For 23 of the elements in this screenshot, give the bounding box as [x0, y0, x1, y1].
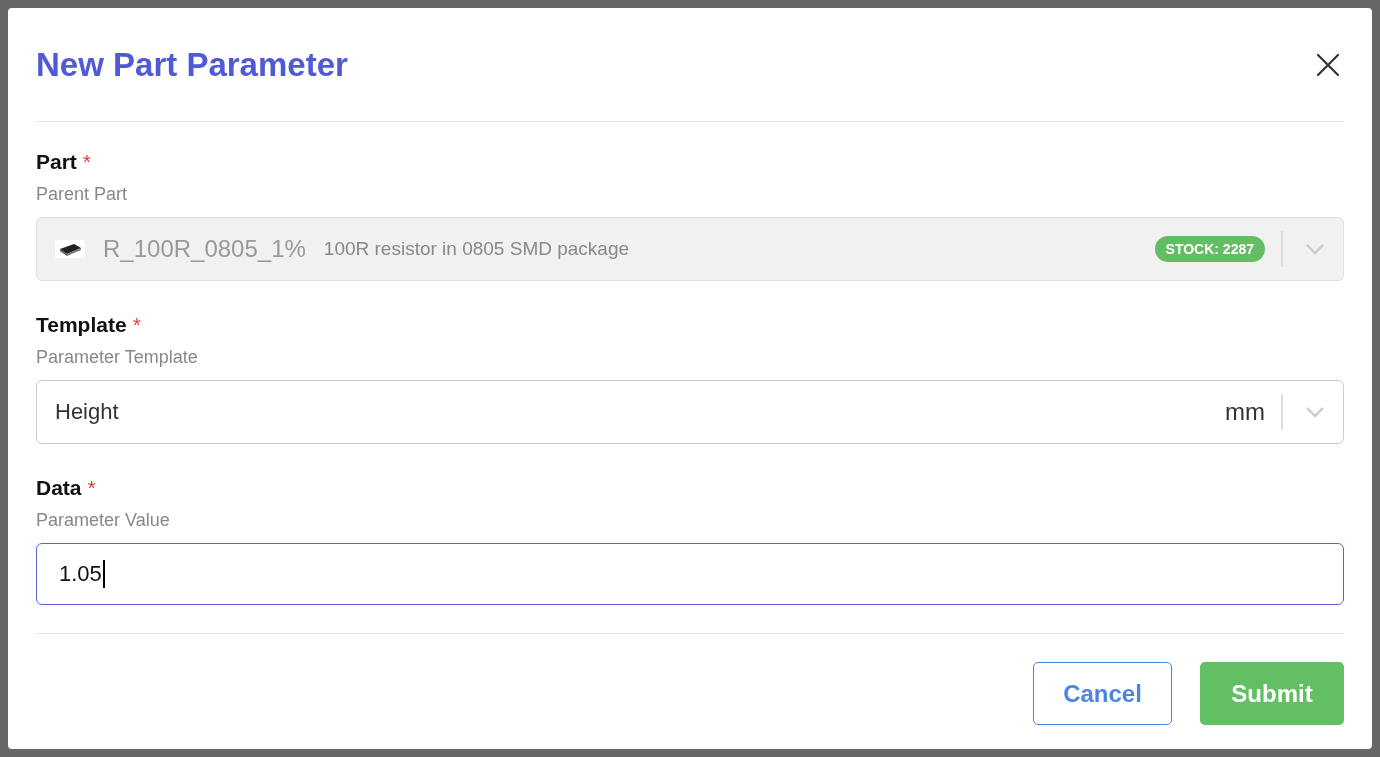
field-label: Part	[36, 150, 77, 174]
chevron-down-icon[interactable]	[1305, 406, 1325, 418]
required-asterisk: *	[132, 313, 141, 337]
dialog-title: New Part Parameter	[36, 45, 348, 84]
text-input-field[interactable]: 1.05	[36, 543, 1344, 605]
submit-button[interactable]: Submit	[1200, 662, 1344, 725]
stock-badge: STOCK: 2287	[1154, 236, 1265, 262]
required-asterisk: *	[87, 476, 96, 500]
text-cursor	[102, 560, 105, 588]
field-description: Parameter Template	[36, 347, 198, 368]
field-label: Template	[36, 313, 127, 337]
cancel-button[interactable]: Cancel	[1033, 662, 1172, 725]
close-button[interactable]	[1316, 52, 1340, 77]
field-description: Parameter Value	[36, 510, 170, 531]
selected-value: R_100R_0805_1%	[103, 235, 306, 263]
field-description: Parent Part	[36, 184, 128, 205]
required-asterisk: *	[82, 150, 92, 174]
resistor-chip-icon	[55, 240, 85, 258]
part-description: 100R resistor in 0805 SMD package	[323, 238, 630, 260]
selected-value: Height	[55, 399, 119, 425]
unit-label: mm	[1225, 398, 1265, 426]
select-field[interactable]: Height mm	[36, 380, 1344, 444]
field-label: Data	[36, 476, 82, 500]
